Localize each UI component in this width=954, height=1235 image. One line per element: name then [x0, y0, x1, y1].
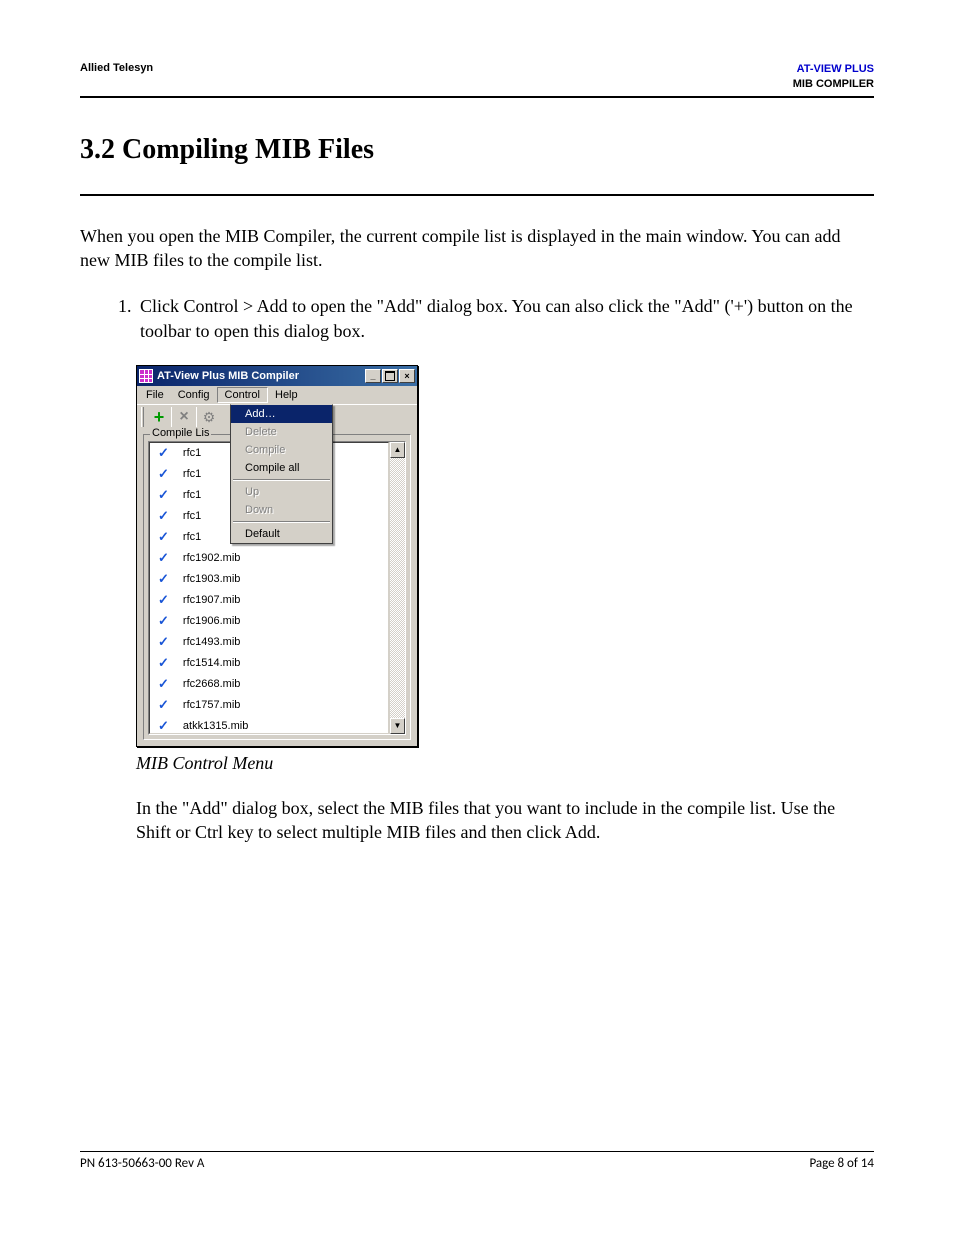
- intro-paragraph: When you open the MIB Compiler, the curr…: [80, 224, 874, 273]
- menu-item-up[interactable]: Up: [231, 483, 332, 501]
- menu-separator: [233, 479, 330, 481]
- minimize-button[interactable]: _: [365, 369, 381, 383]
- section-title: 3.2 Compiling MIB Files: [80, 134, 874, 166]
- section-rule: [80, 194, 874, 196]
- header-subtitle: MIB COMPILER: [793, 77, 874, 92]
- scroll-up-button[interactable]: ▲: [390, 442, 405, 458]
- gear-icon: ⚙: [203, 409, 216, 426]
- menubar: File Config Control Help: [137, 386, 417, 404]
- list-item-label: rfc1903.mib: [183, 573, 240, 585]
- menu-item-add[interactable]: Add…: [231, 405, 332, 423]
- footer-left: PN 613-50663-00 Rev A: [80, 1156, 204, 1171]
- check-icon: ✓: [158, 676, 169, 692]
- scroll-track[interactable]: [390, 458, 405, 718]
- app-icon: [139, 369, 153, 383]
- check-icon: ✓: [158, 613, 169, 629]
- step-1: Click Control > Add to open the "Add" di…: [136, 294, 874, 343]
- list-item-label: rfc1902.mib: [183, 552, 240, 564]
- check-icon: ✓: [158, 529, 169, 545]
- x-icon: ×: [179, 410, 188, 424]
- titlebar[interactable]: AT-View Plus MIB Compiler _ ×: [137, 366, 417, 386]
- menu-help[interactable]: Help: [268, 388, 305, 402]
- menu-item-compile-all[interactable]: Compile all: [231, 459, 332, 477]
- separator: [196, 407, 197, 427]
- list-item-label: rfc1907.mib: [183, 594, 240, 606]
- list-item[interactable]: ✓ atkk1315.mib: [150, 716, 388, 734]
- list-item[interactable]: ✓ rfc1514.mib: [150, 653, 388, 674]
- list-item-label: rfc1: [183, 468, 201, 480]
- list-item-label: rfc1906.mib: [183, 615, 240, 627]
- window-title: AT-View Plus MIB Compiler: [157, 370, 299, 382]
- check-icon: ✓: [158, 466, 169, 482]
- menu-item-delete[interactable]: Delete: [231, 423, 332, 441]
- control-dropdown: Add… Delete Compile Compile all Up Down …: [230, 404, 333, 544]
- list-item[interactable]: ✓ rfc1907.mib: [150, 590, 388, 611]
- list-item[interactable]: ✓ rfc1493.mib: [150, 632, 388, 653]
- toolbar-add-button[interactable]: +: [148, 406, 170, 428]
- check-icon: ✓: [158, 487, 169, 503]
- list-item-label: atkk1315.mib: [183, 720, 248, 732]
- check-icon: ✓: [158, 655, 169, 671]
- header-product: AT-VIEW PLUS: [793, 62, 874, 77]
- list-item-label: rfc1493.mib: [183, 636, 240, 648]
- check-icon: ✓: [158, 697, 169, 713]
- check-icon: ✓: [158, 550, 169, 566]
- after-figure-paragraph: In the "Add" dialog box, select the MIB …: [136, 796, 874, 845]
- menu-item-default[interactable]: Default: [231, 525, 332, 543]
- menu-control[interactable]: Control: [217, 387, 268, 403]
- menu-item-compile[interactable]: Compile: [231, 441, 332, 459]
- list-item[interactable]: ✓ rfc1902.mib: [150, 548, 388, 569]
- header-left: Allied Telesyn: [80, 62, 153, 74]
- close-button[interactable]: ×: [399, 369, 415, 383]
- maximize-button[interactable]: [382, 369, 398, 383]
- list-item-label: rfc2668.mib: [183, 678, 240, 690]
- scroll-down-button[interactable]: ▼: [390, 718, 405, 734]
- list-item[interactable]: ✓ rfc1906.mib: [150, 611, 388, 632]
- list-item-label: rfc1: [183, 510, 201, 522]
- footer-right: Page 8 of 14: [809, 1156, 874, 1171]
- list-item-label: rfc1: [183, 447, 201, 459]
- page-header: Allied Telesyn AT-VIEW PLUS MIB COMPILER: [80, 62, 874, 98]
- list-item-label: rfc1514.mib: [183, 657, 240, 669]
- menu-file[interactable]: File: [139, 388, 171, 402]
- menu-config[interactable]: Config: [171, 388, 217, 402]
- figure-caption: MIB Control Menu: [136, 753, 874, 774]
- toolbar-delete-button[interactable]: ×: [173, 406, 195, 428]
- separator: [171, 407, 172, 427]
- check-icon: ✓: [158, 718, 169, 734]
- check-icon: ✓: [158, 445, 169, 461]
- check-icon: ✓: [158, 508, 169, 524]
- app-window: AT-View Plus MIB Compiler _ × File Confi…: [136, 365, 418, 747]
- menu-item-down[interactable]: Down: [231, 501, 332, 519]
- toolbar-grip: [141, 407, 144, 427]
- list-item-label: rfc1757.mib: [183, 699, 240, 711]
- check-icon: ✓: [158, 571, 169, 587]
- toolbar-compile-button[interactable]: ⚙: [198, 406, 220, 428]
- page-footer: PN 613-50663-00 Rev A Page 8 of 14: [80, 1151, 874, 1171]
- check-icon: ✓: [158, 634, 169, 650]
- list-item[interactable]: ✓ rfc1757.mib: [150, 695, 388, 716]
- menu-separator: [233, 521, 330, 523]
- plus-icon: +: [154, 410, 165, 424]
- scrollbar[interactable]: ▲ ▼: [389, 442, 405, 734]
- check-icon: ✓: [158, 592, 169, 608]
- group-label: Compile Lis: [150, 427, 211, 439]
- list-item[interactable]: ✓ rfc2668.mib: [150, 674, 388, 695]
- list-item-label: rfc1: [183, 489, 201, 501]
- list-item[interactable]: ✓ rfc1903.mib: [150, 569, 388, 590]
- list-item-label: rfc1: [183, 531, 201, 543]
